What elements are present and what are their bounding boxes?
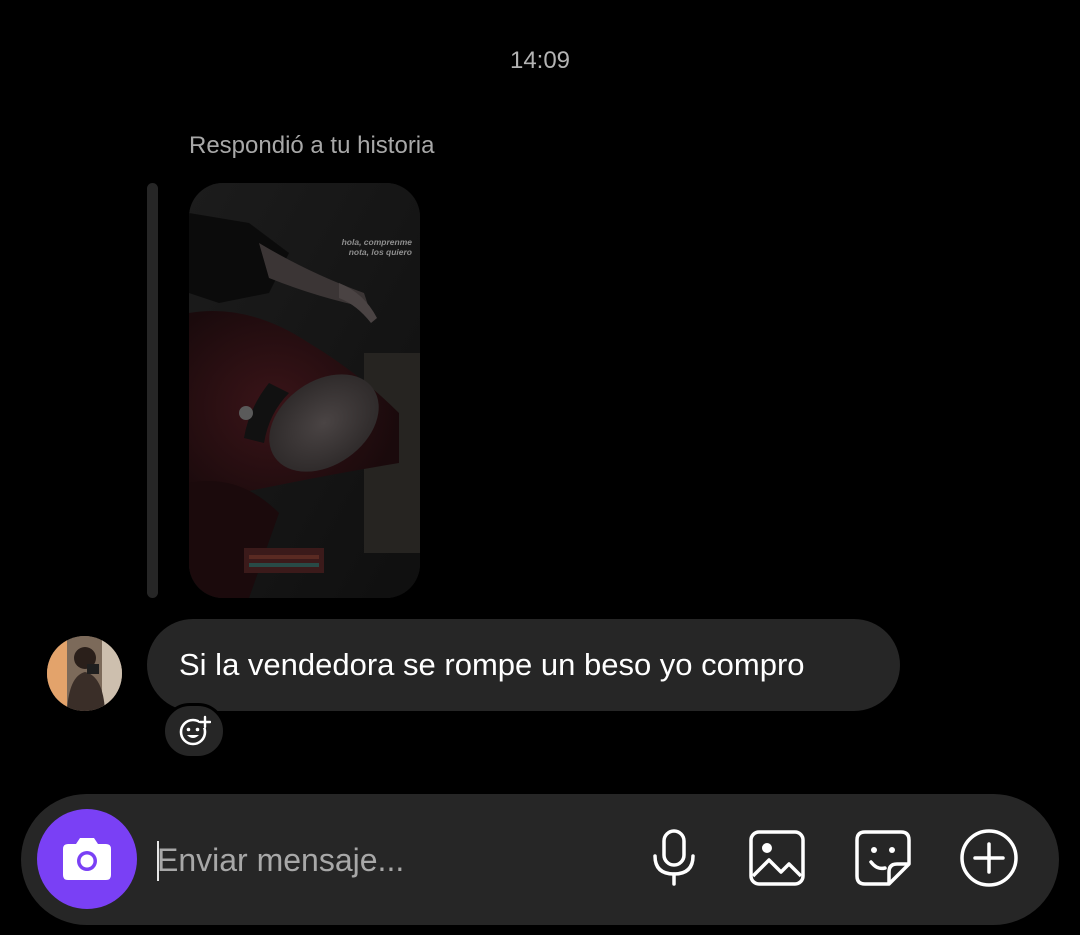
plus-circle-icon	[960, 829, 1018, 887]
message-input[interactable]	[157, 835, 617, 885]
add-reaction-button[interactable]	[162, 703, 226, 759]
camera-icon	[63, 838, 111, 880]
microphone-icon	[653, 829, 695, 886]
image-gallery-icon	[749, 830, 805, 886]
sticker-icon	[855, 830, 911, 886]
story-reply-label: Respondió a tu historia	[189, 132, 435, 159]
add-reaction-icon	[179, 715, 211, 746]
dm-conversation-screen: 14:09 Respondió a tu historia hola, comp…	[0, 0, 1080, 935]
story-thumbnail[interactable]: hola, comprenme nota, los quiero	[189, 183, 420, 598]
reply-indicator-bar	[147, 183, 158, 598]
avatar-image	[47, 636, 122, 711]
story-caption: hola, comprenme nota, los quiero	[312, 237, 412, 257]
text-cursor	[157, 841, 159, 881]
story-caption-line-2: nota, los quiero	[348, 247, 412, 257]
sticker-button[interactable]	[851, 826, 915, 890]
message-text: Si la vendedora se rompe un beso yo comp…	[179, 647, 805, 682]
story-caption-line-1: hola, comprenme	[341, 237, 412, 247]
message-timestamp: 14:09	[509, 47, 571, 74]
voice-message-button[interactable]	[642, 826, 706, 890]
message-bubble[interactable]: Si la vendedora se rompe un beso yo comp…	[147, 619, 900, 711]
camera-button[interactable]	[37, 809, 137, 909]
sender-avatar[interactable]	[47, 636, 122, 711]
more-options-button[interactable]	[957, 826, 1021, 890]
gallery-button[interactable]	[745, 826, 809, 890]
